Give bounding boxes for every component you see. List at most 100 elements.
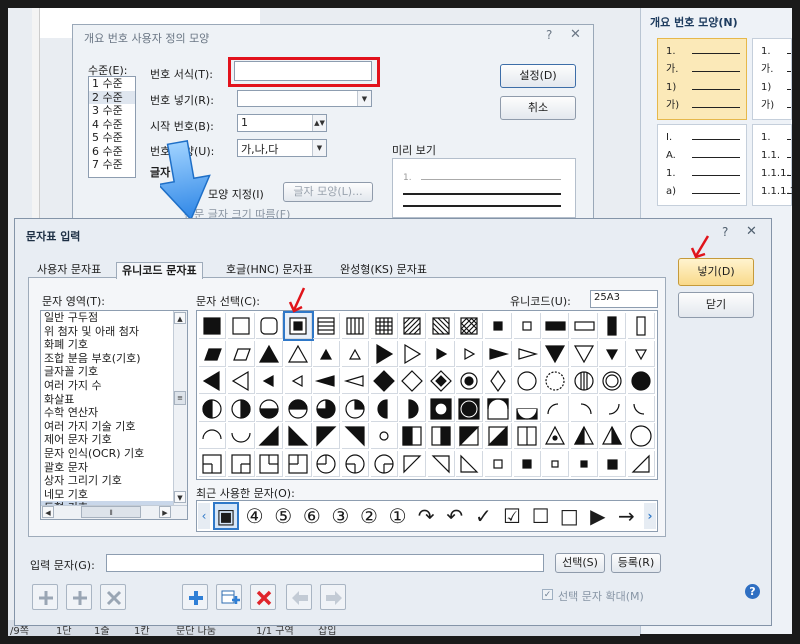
insert-row-icon[interactable] xyxy=(216,584,242,610)
edit-user-table-icon[interactable] xyxy=(66,584,92,610)
tri-ul2-cell[interactable] xyxy=(399,450,427,477)
tri-ll-cell[interactable] xyxy=(284,423,312,449)
ptr-right-fill-cell[interactable] xyxy=(485,340,512,367)
dia-cell[interactable] xyxy=(399,368,427,394)
sq-lhalf-cell[interactable] xyxy=(399,423,427,449)
sm-sq3-cell[interactable] xyxy=(542,450,570,477)
help-icon[interactable]: ? xyxy=(745,584,760,599)
sq-circ-inv-cell[interactable] xyxy=(427,395,455,422)
circ-fill-cell[interactable] xyxy=(628,368,655,394)
area-item[interactable]: 화폐 기호 xyxy=(41,338,187,352)
sm-sq2-cell[interactable] xyxy=(485,450,512,477)
tri-lr-cell[interactable] xyxy=(256,423,284,449)
recent-char[interactable]: ② xyxy=(356,502,382,530)
level-item[interactable]: 4 수준 xyxy=(89,118,135,132)
ok-button[interactable]: 설정(D) xyxy=(500,64,576,88)
recent-char[interactable]: ↶ xyxy=(442,502,468,530)
ptr-left-cell[interactable] xyxy=(342,368,369,394)
stepper-icon[interactable]: ▲▼ xyxy=(312,115,326,131)
circ-q1-cell[interactable] xyxy=(342,395,369,422)
recent-char[interactable]: ☑ xyxy=(499,502,525,530)
arc-top2-cell[interactable] xyxy=(199,423,226,449)
level-item[interactable]: 5 수준 xyxy=(89,131,135,145)
sq-hlines-cell[interactable] xyxy=(313,313,341,339)
scroll-up-icon[interactable]: ▲ xyxy=(174,312,186,324)
chevron-down-icon[interactable]: ▼ xyxy=(312,140,326,156)
area-item[interactable]: 수학 연산자 xyxy=(41,406,187,420)
scroll-thumb[interactable]: ≡ xyxy=(174,391,186,405)
sq-grid-cell[interactable] xyxy=(370,313,398,339)
recent-char[interactable]: ⑥ xyxy=(299,502,325,530)
level-item[interactable]: 1 수준 xyxy=(89,77,135,91)
sm-tri-down-cell[interactable] xyxy=(628,340,655,367)
ptr-left-fill-cell[interactable] xyxy=(313,368,341,394)
tri-rhalf-cell[interactable] xyxy=(599,423,627,449)
recent-char[interactable]: ▣ xyxy=(213,502,239,530)
recent-char[interactable]: ③ xyxy=(327,502,353,530)
chevron-right-icon[interactable]: › xyxy=(644,503,656,529)
circ-dotted-cell[interactable] xyxy=(542,368,570,394)
recent-char[interactable]: ④ xyxy=(242,502,268,530)
insert-button[interactable]: 넣기(D) xyxy=(678,258,754,286)
select-button[interactable]: 선택(S) xyxy=(555,553,605,573)
area-item[interactable]: 위 첨자 및 아래 첨자 xyxy=(41,325,187,339)
vrect-cell[interactable] xyxy=(628,313,655,339)
loz-cell[interactable] xyxy=(485,368,512,394)
level-item[interactable]: 2 수준 xyxy=(89,90,135,104)
sm-sq-cell[interactable] xyxy=(513,313,541,339)
recent-char[interactable]: ① xyxy=(385,502,411,530)
tri-ll2-cell[interactable] xyxy=(456,450,484,477)
close-button[interactable]: 닫기 xyxy=(678,292,754,318)
sq-rhalf-cell[interactable] xyxy=(427,423,455,449)
delete-icon[interactable] xyxy=(250,584,276,610)
delete-user-table-icon[interactable] xyxy=(100,584,126,610)
sm-tri-right-fill-cell[interactable] xyxy=(427,340,455,367)
area-item[interactable]: 문자 인식(OCR) 기호 xyxy=(41,447,187,461)
circ-vlines-cell[interactable] xyxy=(570,368,598,394)
arc-ur-cell[interactable] xyxy=(570,395,598,422)
dia-in-dia-cell[interactable] xyxy=(427,368,455,394)
recent-char[interactable]: ✓ xyxy=(470,502,496,530)
sm-tri-left-fill-cell[interactable] xyxy=(256,368,284,394)
help-icon[interactable]: ? xyxy=(546,28,552,42)
circ-dot-cell[interactable] xyxy=(456,368,484,394)
sq-quad-cell[interactable] xyxy=(513,423,541,449)
sm-tri-up-fill-cell[interactable] xyxy=(313,340,341,367)
level-item[interactable]: 7 수준 xyxy=(89,158,135,172)
circ-thalf-cell[interactable] xyxy=(284,395,312,422)
sm-sq-fill-cell[interactable] xyxy=(485,313,512,339)
sm-tri-right-cell[interactable] xyxy=(456,340,484,367)
arc-lr-cell[interactable] xyxy=(599,395,627,422)
level-item[interactable]: 3 수준 xyxy=(89,104,135,118)
chevron-left-icon[interactable]: ‹ xyxy=(198,503,210,529)
sq-q3-cell[interactable] xyxy=(256,450,284,477)
sm-sq-fill2-cell[interactable] xyxy=(513,450,541,477)
sm-sq-fill4-cell[interactable] xyxy=(599,450,627,477)
arc-bottom-cell[interactable] xyxy=(227,423,255,449)
tri-up-fill-cell[interactable] xyxy=(256,340,284,367)
font-shape-button[interactable]: 글자 모양(L)... xyxy=(283,182,373,202)
scroll-right-icon[interactable]: ▶ xyxy=(159,506,171,518)
tri-ul-cell[interactable] xyxy=(313,423,341,449)
tri-up-cell[interactable] xyxy=(284,340,312,367)
rect-fill-cell[interactable] xyxy=(542,313,570,339)
ptr-right-cell[interactable] xyxy=(513,340,541,367)
tri-dot-cell[interactable] xyxy=(542,423,570,449)
circ-cell[interactable] xyxy=(513,368,541,394)
sq-diag2-cell[interactable] xyxy=(427,313,455,339)
circ-q-ul-cell[interactable] xyxy=(313,450,341,477)
area-item[interactable]: 글자꼴 기호 xyxy=(41,365,187,379)
bullet-style-card[interactable]: I. A. 1. a) xyxy=(657,124,747,206)
recent-char[interactable]: □ xyxy=(556,502,582,530)
shape-combo[interactable]: 가,나,다 ▼ xyxy=(237,139,327,157)
sq-q4-cell[interactable] xyxy=(284,450,312,477)
area-item[interactable]: 괄호 문자 xyxy=(41,461,187,475)
char-grid[interactable] xyxy=(196,310,658,480)
area-item[interactable]: 네모 기호 xyxy=(41,488,187,502)
lg-circ-cell[interactable] xyxy=(628,423,655,449)
chevron-down-icon[interactable]: ▼ xyxy=(357,91,371,106)
enlarge-checkbox[interactable]: ✓ xyxy=(542,589,553,600)
close-icon[interactable]: ✕ xyxy=(570,27,581,42)
scroll-thumb[interactable]: ⦀ xyxy=(81,506,141,518)
tri-lhalf-cell[interactable] xyxy=(570,423,598,449)
